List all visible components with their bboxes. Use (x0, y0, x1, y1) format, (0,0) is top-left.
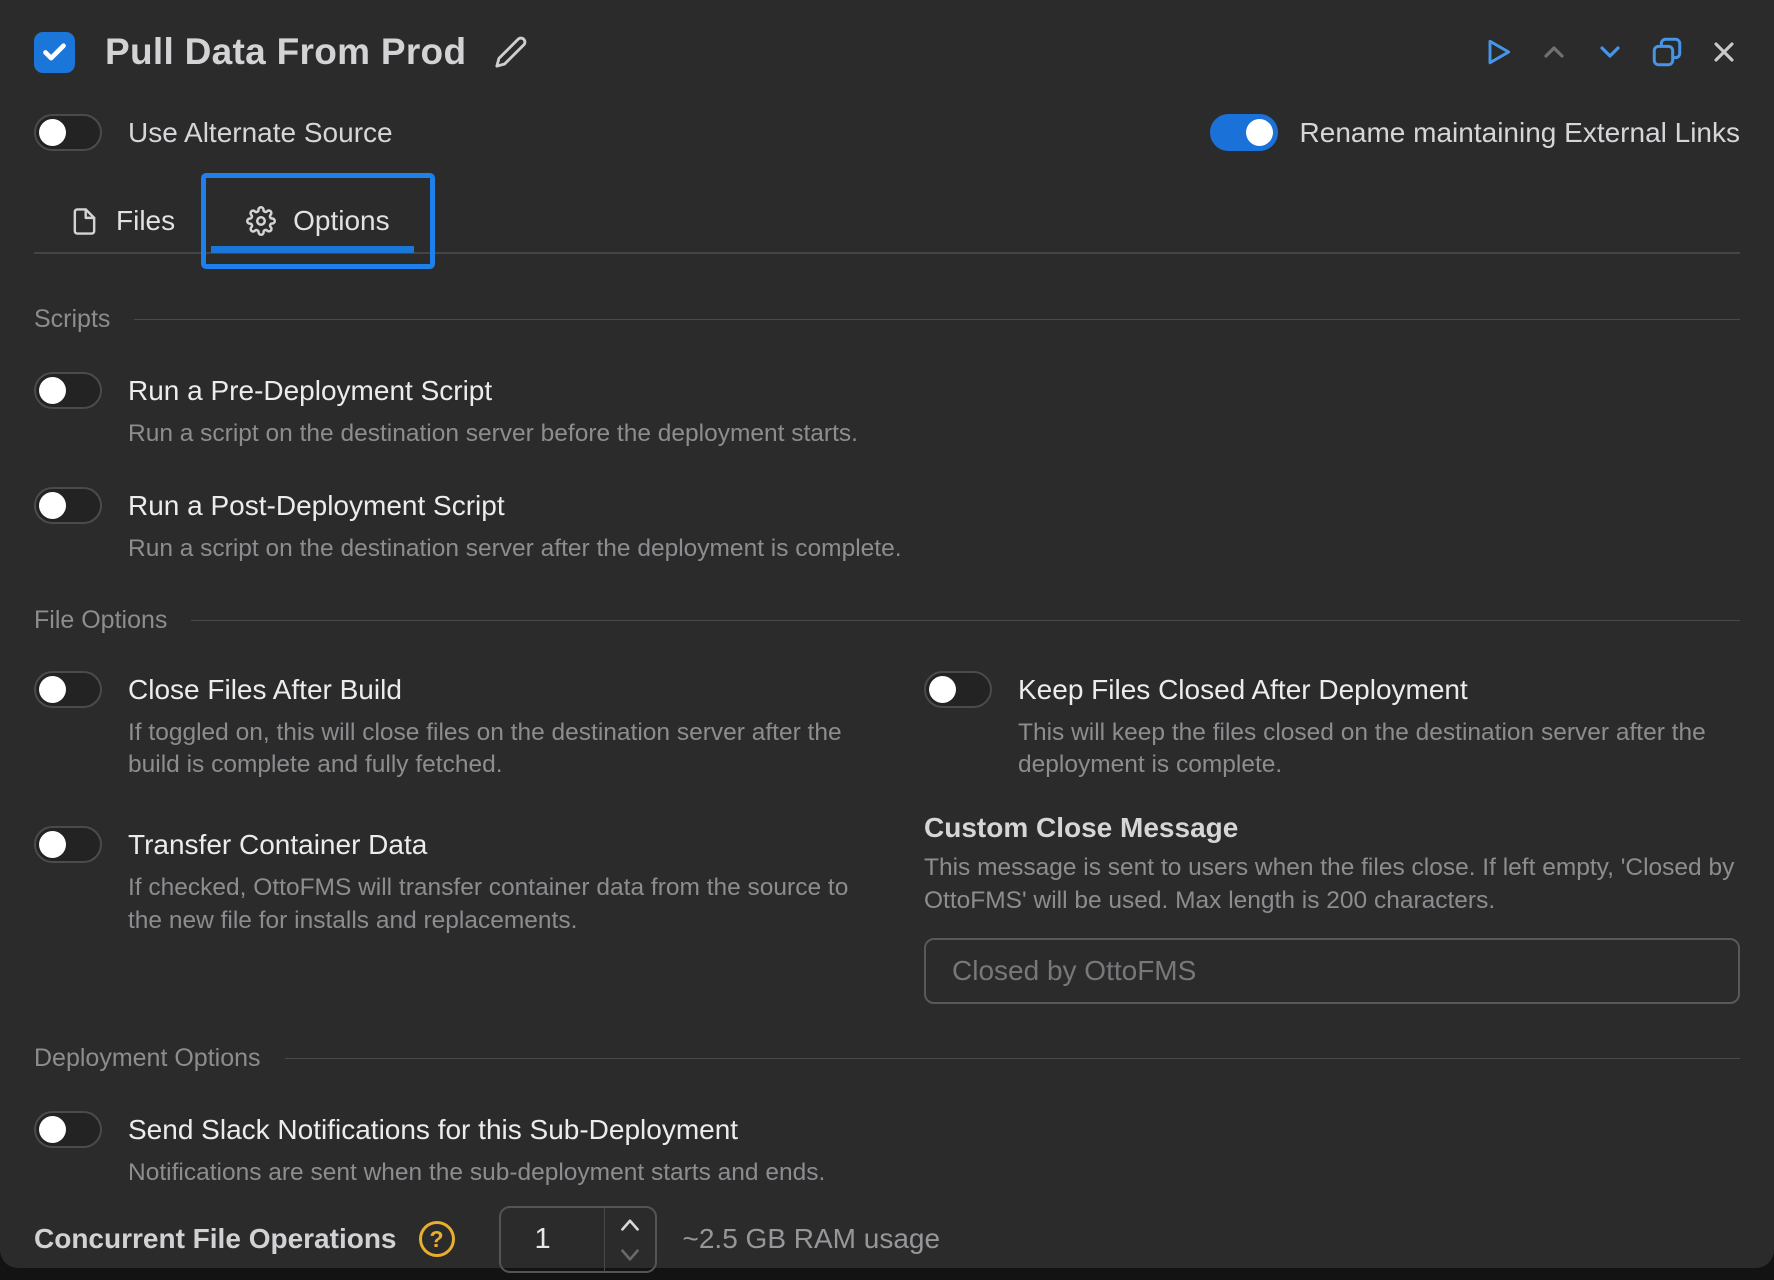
keep-files-closed-toggle[interactable] (924, 671, 992, 708)
toggle-knob (39, 1116, 66, 1143)
post-deployment-script-toggle[interactable] (34, 487, 102, 524)
page-title: Pull Data From Prod (105, 31, 466, 73)
sub-deployment-checkbox[interactable] (34, 32, 75, 73)
slack-notifications-label: Send Slack Notifications for this Sub-De… (128, 1111, 825, 1148)
pre-deployment-script-toggle[interactable] (34, 372, 102, 409)
keep-files-closed-label: Keep Files Closed After Deployment (1018, 671, 1740, 708)
rename-external-links-toggle[interactable] (1210, 114, 1278, 151)
edit-title-button[interactable] (494, 35, 528, 69)
toggle-knob (39, 492, 66, 519)
close-files-after-build-label: Close Files After Build (128, 671, 863, 708)
slack-notifications-row: Send Slack Notifications for this Sub-De… (34, 1111, 1740, 1190)
slack-notifications-description: Notifications are sent when the sub-depl… (128, 1157, 825, 1190)
tab-files[interactable]: Files (44, 173, 201, 269)
stepper-buttons (605, 1208, 655, 1271)
slack-notifications-toggle[interactable] (34, 1111, 102, 1148)
file-options-left-column: Close Files After Build If toggled on, t… (34, 671, 874, 1004)
transfer-container-row: Transfer Container Data If checked, Otto… (34, 826, 874, 938)
toggle-knob (39, 676, 66, 703)
toggle-knob (39, 377, 66, 404)
tab-files-label: Files (116, 205, 175, 237)
custom-close-message-description: This message is sent to users when the f… (924, 852, 1740, 918)
concurrent-operations-row: Concurrent File Operations ? ~2.5 GB RAM… (34, 1206, 1740, 1273)
stepper-up-icon (617, 1214, 643, 1234)
deployment-options-section-header: Deployment Options (34, 1044, 1740, 1073)
close-panel-button[interactable] (1708, 36, 1740, 68)
use-alternate-source-group: Use Alternate Source (34, 114, 393, 151)
toggle-knob (39, 119, 66, 146)
transfer-container-data-label: Transfer Container Data (128, 826, 873, 863)
toggle-knob (1246, 119, 1273, 146)
keep-files-closed-description: This will keep the files closed on the d… (1018, 717, 1740, 783)
top-toggle-row: Use Alternate Source Rename maintaining … (34, 114, 1740, 151)
panel-header: Pull Data From Prod (34, 0, 1740, 74)
concurrent-operations-input[interactable] (501, 1208, 605, 1271)
pre-deployment-script-label: Run a Pre-Deployment Script (128, 372, 858, 409)
deployment-options-section-label: Deployment Options (34, 1044, 261, 1073)
pre-deployment-script-row: Run a Pre-Deployment Script Run a script… (34, 372, 1740, 451)
ram-usage-note: ~2.5 GB RAM usage (683, 1223, 941, 1255)
transfer-container-data-toggle[interactable] (34, 826, 102, 863)
custom-close-message-block: Custom Close Message This message is sen… (924, 812, 1740, 1004)
concurrent-operations-stepper (499, 1206, 657, 1273)
gear-icon (246, 206, 276, 236)
file-options-right-column: Keep Files Closed After Deployment This … (924, 671, 1740, 1004)
chevron-up-icon (1538, 36, 1570, 68)
help-glyph: ? (429, 1226, 443, 1253)
file-options-section-label: File Options (34, 606, 167, 635)
close-files-row: Close Files After Build If toggled on, t… (34, 671, 874, 783)
deployment-config-panel: Pull Data From Prod Use Altern (0, 0, 1774, 1268)
run-deployment-button[interactable] (1482, 36, 1514, 68)
file-icon (70, 207, 99, 236)
post-deployment-script-row: Run a Post-Deployment Script Run a scrip… (34, 487, 1740, 566)
tab-bar: Files Options (34, 173, 1740, 269)
toggle-knob (929, 676, 956, 703)
checkmark-icon (41, 39, 68, 66)
toggle-knob (39, 831, 66, 858)
close-files-after-build-description: If toggled on, this will close files on … (128, 717, 863, 783)
tab-options[interactable]: Options (201, 173, 435, 269)
stepper-down-icon (617, 1245, 643, 1265)
transfer-container-data-description: If checked, OttoFMS will transfer contai… (128, 872, 873, 938)
duplicate-button[interactable] (1650, 35, 1684, 69)
rename-links-group: Rename maintaining External Links (1210, 114, 1740, 151)
post-deployment-script-description: Run a script on the destination server a… (128, 533, 902, 566)
scripts-section-label: Scripts (34, 305, 110, 334)
keep-files-closed-row: Keep Files Closed After Deployment This … (924, 671, 1740, 783)
file-options-section-header: File Options (34, 606, 1740, 635)
concurrent-operations-label: Concurrent File Operations (34, 1223, 397, 1255)
tab-options-label: Options (293, 205, 390, 237)
post-deployment-script-label: Run a Post-Deployment Script (128, 487, 902, 524)
rename-external-links-label: Rename maintaining External Links (1300, 117, 1740, 149)
close-files-after-build-toggle[interactable] (34, 671, 102, 708)
custom-close-message-title: Custom Close Message (924, 812, 1740, 844)
stepper-decrement-button[interactable] (605, 1239, 655, 1271)
active-tab-underline (211, 246, 414, 253)
help-icon[interactable]: ? (419, 1221, 455, 1257)
pre-deployment-script-description: Run a script on the destination server b… (128, 418, 858, 451)
copy-icon (1650, 35, 1684, 69)
close-icon (1708, 36, 1740, 68)
play-icon (1482, 36, 1514, 68)
use-alternate-source-toggle[interactable] (34, 114, 102, 151)
file-options-grid: Close Files After Build If toggled on, t… (34, 671, 1740, 1004)
use-alternate-source-label: Use Alternate Source (128, 117, 393, 149)
stepper-increment-button[interactable] (605, 1208, 655, 1240)
move-up-button[interactable] (1538, 36, 1570, 68)
header-actions (1482, 35, 1740, 69)
chevron-down-icon (1594, 36, 1626, 68)
scripts-section-header: Scripts (34, 305, 1740, 334)
custom-close-message-input[interactable] (924, 938, 1740, 1004)
pencil-icon (494, 35, 528, 69)
move-down-button[interactable] (1594, 36, 1626, 68)
